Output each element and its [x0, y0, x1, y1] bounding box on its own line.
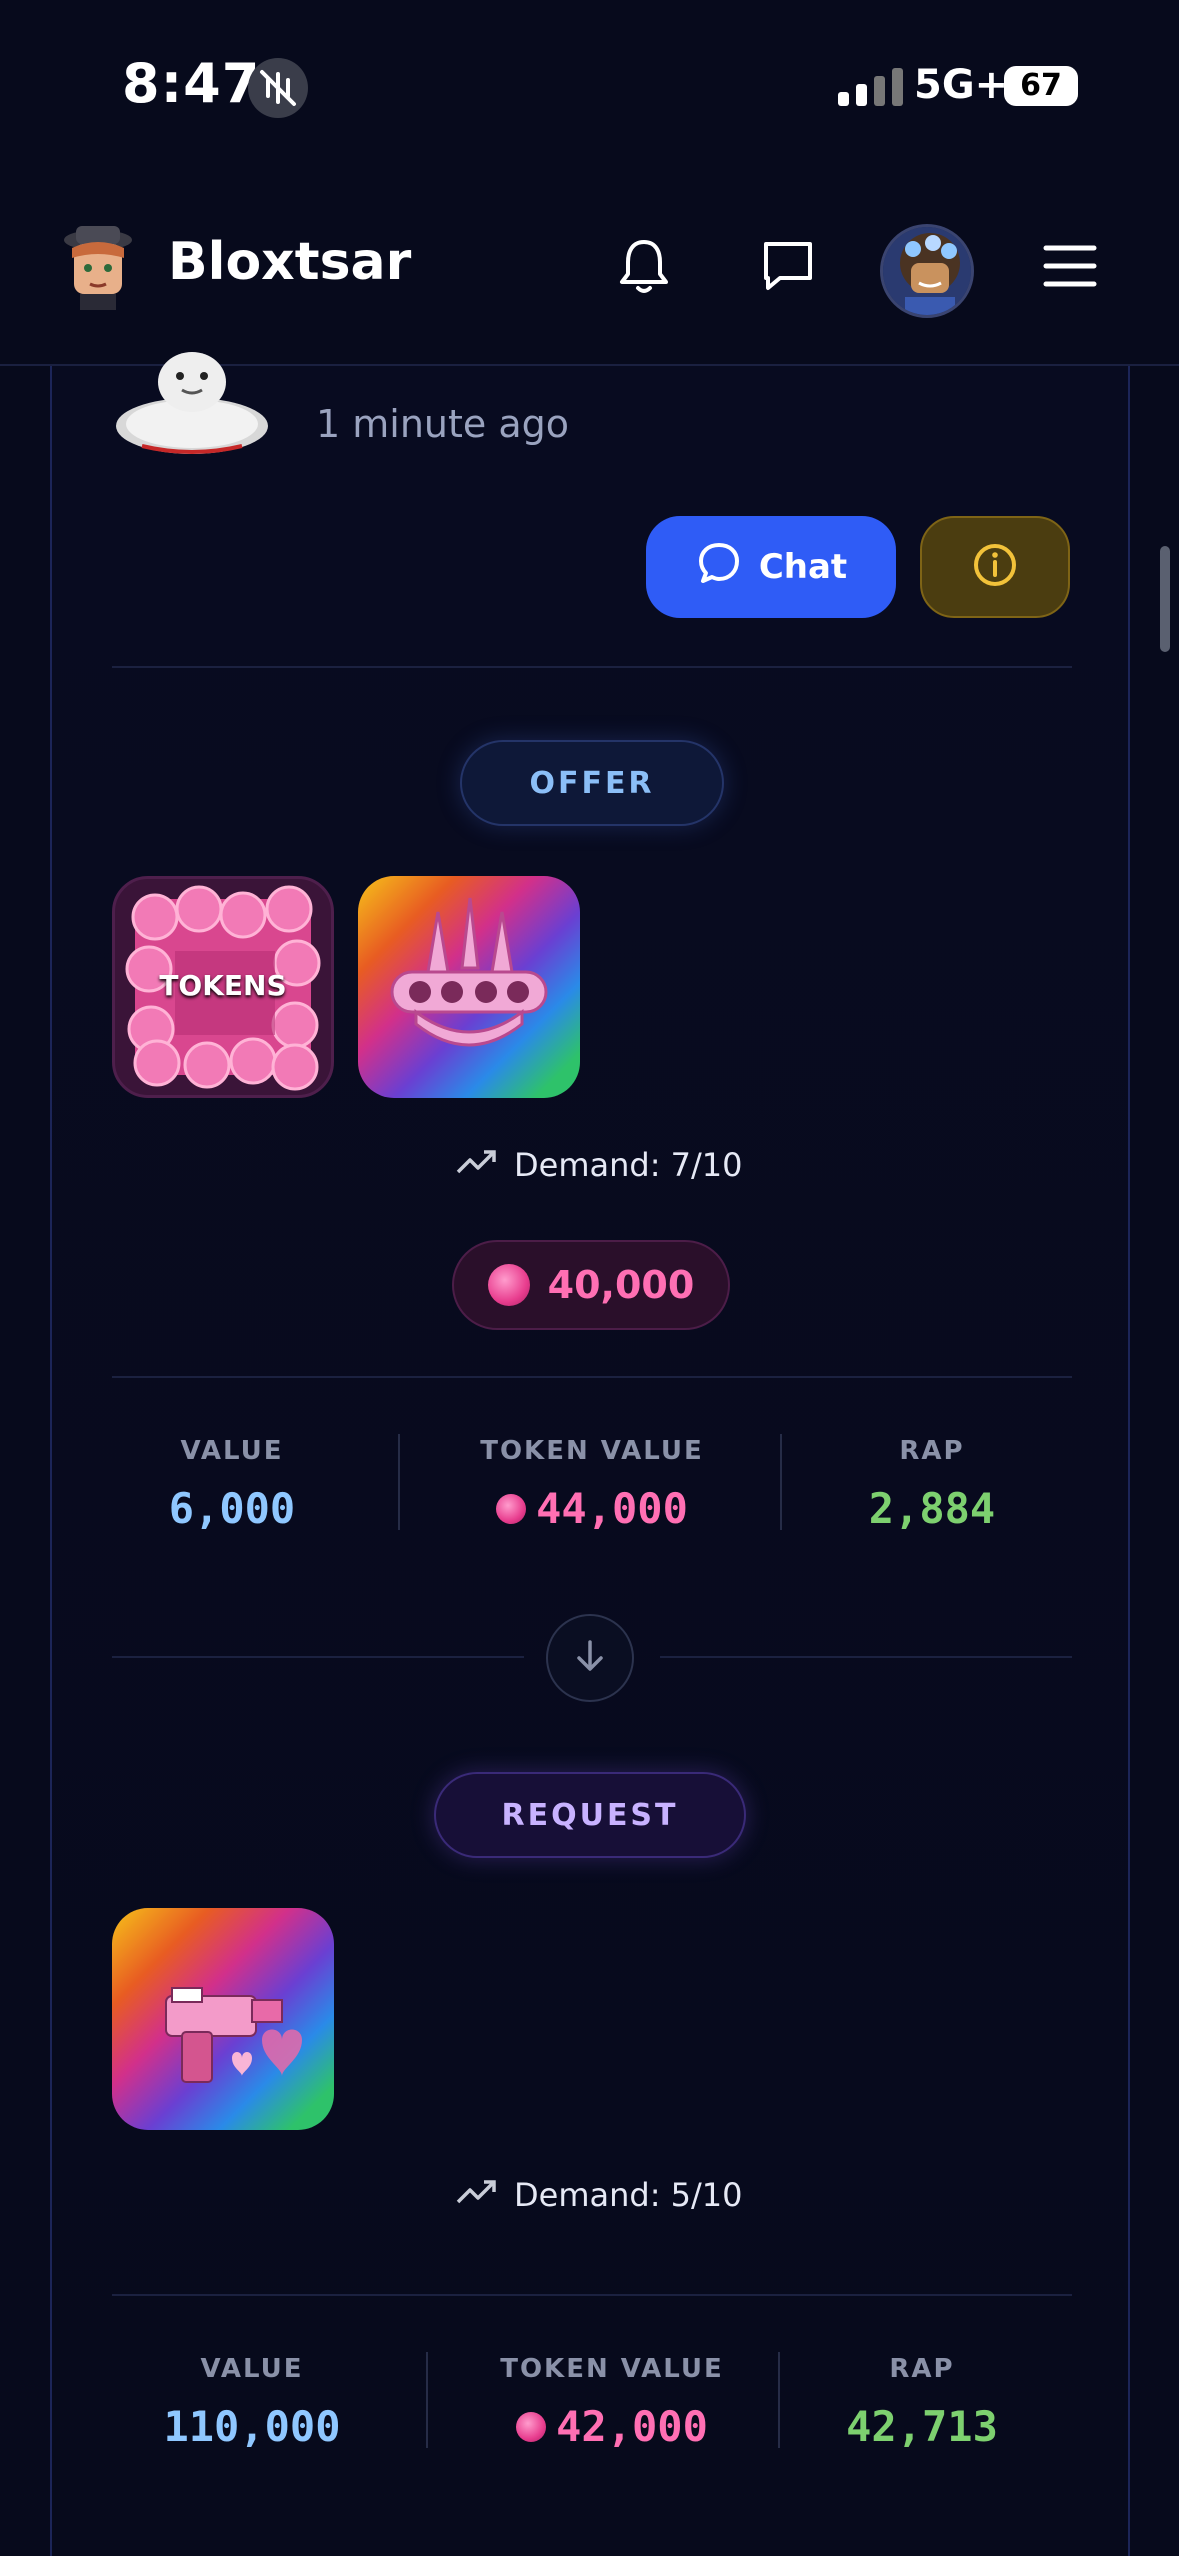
menu-icon[interactable] — [1038, 234, 1102, 298]
stat-label: VALUE — [200, 2354, 304, 2384]
swap-direction — [546, 1614, 634, 1702]
offer-label: OFFER — [460, 740, 724, 826]
offer-token-value-stat: TOKEN VALUE 44,000 — [432, 1436, 752, 1533]
divider — [112, 1656, 524, 1658]
silent-mode-icon — [248, 58, 308, 118]
stat-label: VALUE — [180, 1436, 284, 1466]
divider — [112, 1376, 1072, 1378]
divider — [112, 2294, 1072, 2296]
offer-item-tokens[interactable]: TOKENS — [112, 876, 334, 1098]
info-icon — [971, 541, 1019, 593]
tokens-item-label: TOKENS — [159, 969, 287, 1002]
poster-avatar[interactable] — [112, 346, 272, 456]
request-label: REQUEST — [434, 1772, 746, 1858]
battery-icon: 67 — [1004, 66, 1078, 106]
status-time: 8:47 — [122, 52, 261, 115]
divider — [112, 666, 1072, 668]
request-value-stat: VALUE 110,000 — [112, 2354, 392, 2451]
stat-label: RAP — [889, 2354, 955, 2384]
offer-value-stat: VALUE 6,000 — [112, 1436, 352, 1533]
trend-up-icon — [456, 1146, 498, 1184]
stat-separator — [398, 1434, 400, 1530]
offer-item-knuckles[interactable] — [358, 876, 580, 1098]
stat-value-row: 44,000 — [432, 1484, 752, 1533]
request-demand-text: Demand: 5/10 — [514, 2176, 743, 2214]
logo[interactable] — [50, 218, 146, 314]
request-demand: Demand: 5/10 — [456, 2176, 743, 2214]
request-item-gun[interactable] — [112, 1908, 334, 2130]
trade-card: 1 minute ago Chat OFFER TOKENS Demand: 7… — [50, 352, 1130, 2556]
brand-name[interactable]: Bloxtsar — [168, 232, 411, 292]
stat-separator — [426, 2352, 428, 2448]
offer-demand-text: Demand: 7/10 — [514, 1146, 743, 1184]
request-rap-stat: RAP 42,713 — [802, 2354, 1042, 2451]
offer-demand: Demand: 7/10 — [456, 1146, 743, 1184]
token-coin-icon — [496, 1493, 527, 1524]
status-bar: 8:47 5G+ 67 — [0, 0, 1179, 170]
signal-icon — [838, 68, 903, 106]
stat-value: 110,000 — [163, 2402, 341, 2451]
stat-value: 42,000 — [556, 2402, 708, 2451]
network-type: 5G+ — [914, 62, 1009, 108]
app-header: Bloxtsar — [0, 170, 1179, 366]
trend-up-icon — [456, 2176, 498, 2214]
stat-label: RAP — [899, 1436, 965, 1466]
request-token-value-stat: TOKEN VALUE 42,000 — [452, 2354, 772, 2451]
offer-token-amount: 40,000 — [452, 1240, 730, 1330]
chat-bubble-icon — [695, 539, 743, 596]
arrow-down-icon — [570, 1636, 610, 1680]
user-avatar[interactable] — [880, 224, 974, 318]
divider — [660, 1656, 1072, 1658]
stat-label: TOKEN VALUE — [500, 2354, 724, 2384]
bell-icon[interactable] — [612, 234, 676, 298]
info-button[interactable] — [920, 516, 1070, 618]
offer-rap-stat: RAP 2,884 — [812, 1436, 1052, 1533]
chat-button[interactable]: Chat — [646, 516, 896, 618]
message-icon[interactable] — [756, 234, 820, 298]
stat-value: 6,000 — [168, 1484, 296, 1533]
stat-value: 2,884 — [868, 1484, 996, 1533]
stat-label: TOKEN VALUE — [480, 1436, 704, 1466]
token-coin-icon — [487, 1264, 530, 1306]
stat-separator — [780, 1434, 782, 1530]
stat-value: 44,000 — [536, 1484, 688, 1533]
stat-separator — [778, 2352, 780, 2448]
token-coin-icon — [516, 2411, 547, 2442]
stat-value-row: 42,000 — [452, 2402, 772, 2451]
offer-token-amount-text: 40,000 — [547, 1263, 695, 1307]
scrollbar[interactable] — [1160, 546, 1170, 652]
post-time: 1 minute ago — [316, 402, 570, 446]
chat-button-label: Chat — [758, 547, 848, 587]
stat-value: 42,713 — [846, 2402, 998, 2451]
